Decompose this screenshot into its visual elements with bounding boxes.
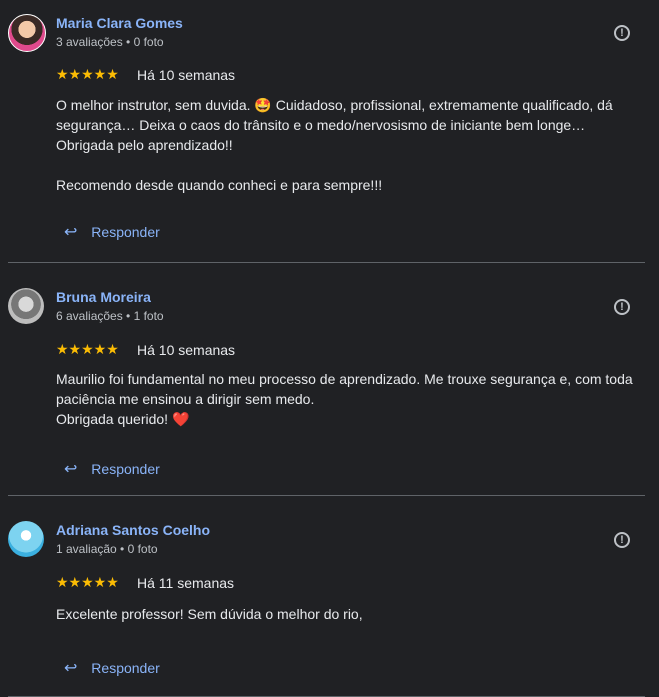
reply-button[interactable]: ↩ Responder: [64, 658, 160, 678]
review-date: Há 11 semanas: [137, 575, 235, 591]
reviewer-meta: 1 avaliação • 0 foto: [56, 542, 158, 556]
avatar[interactable]: [8, 14, 46, 52]
review-card: Maria Clara Gomes 3 avaliações • 0 foto …: [8, 0, 645, 263]
review-card: Bruna Moreira 6 avaliações • 1 foto ! ★★…: [8, 263, 645, 496]
report-flag-icon[interactable]: !: [614, 25, 630, 41]
rating-stars: ★★★★★: [56, 66, 119, 82]
report-flag-icon[interactable]: !: [614, 532, 630, 548]
review-text: O melhor instrutor, sem duvida. 🤩 Cuidad…: [56, 97, 613, 193]
reply-label: Responder: [91, 660, 160, 676]
rating-stars: ★★★★★: [56, 341, 119, 357]
review-text: Excelente professor! Sem dúvida o melhor…: [56, 606, 363, 622]
review-text: Maurilio foi fundamental no meu processo…: [56, 371, 633, 427]
avatar[interactable]: [8, 288, 44, 324]
reviewer-name[interactable]: Maria Clara Gomes: [56, 15, 183, 31]
report-flag-icon[interactable]: !: [614, 299, 630, 315]
reply-label: Responder: [91, 224, 160, 240]
reply-button[interactable]: ↩ Responder: [64, 222, 160, 242]
reviewer-name[interactable]: Bruna Moreira: [56, 289, 151, 305]
avatar[interactable]: [8, 521, 44, 557]
reviewer-meta: 6 avaliações • 1 foto: [56, 309, 164, 323]
reviewer-name[interactable]: Adriana Santos Coelho: [56, 522, 210, 538]
reply-label: Responder: [91, 461, 160, 477]
reply-arrow-icon: ↩: [64, 461, 78, 478]
review-date: Há 10 semanas: [137, 67, 236, 83]
reviewer-meta: 3 avaliações • 0 foto: [56, 35, 164, 49]
reply-arrow-icon: ↩: [64, 224, 78, 241]
reply-button[interactable]: ↩ Responder: [64, 459, 160, 479]
rating-stars: ★★★★★: [56, 574, 119, 590]
review-date: Há 10 semanas: [137, 342, 236, 358]
reply-arrow-icon: ↩: [64, 660, 78, 677]
review-card: Adriana Santos Coelho 1 avaliação • 0 fo…: [8, 496, 645, 697]
